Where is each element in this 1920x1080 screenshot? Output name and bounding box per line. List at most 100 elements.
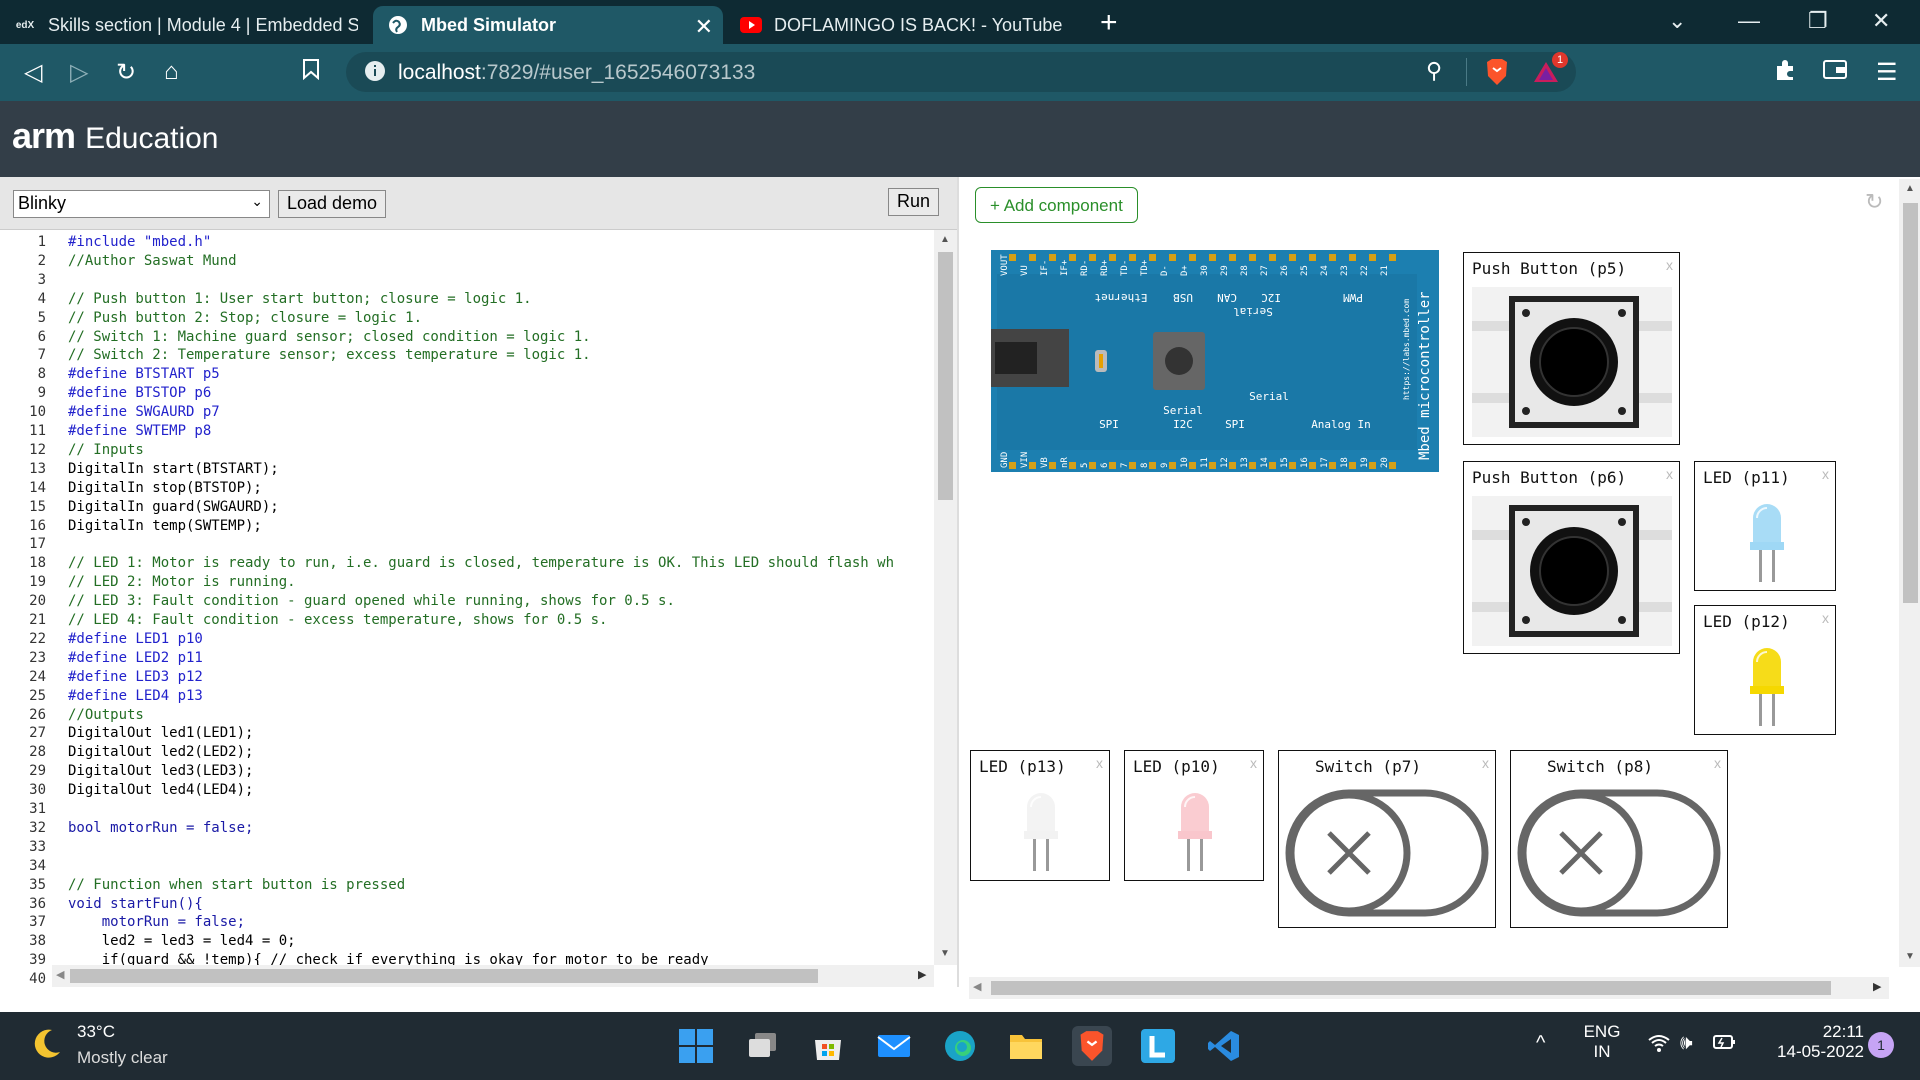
code-line[interactable]: motorRun = false; [68,914,934,930]
remove-component-icon[interactable]: x [1666,466,1673,482]
simulator-vscroll-thumb[interactable] [1903,203,1918,603]
simulator-horizontal-scrollbar[interactable]: ◀ ▶ [969,977,1889,999]
scroll-left-icon[interactable]: ◀ [973,980,981,993]
weather-moon-icon[interactable] [28,1026,64,1067]
scroll-down-icon[interactable]: ▼ [1905,951,1915,962]
component-led-p10[interactable]: LED (p10) x [1124,750,1264,881]
tab-search-icon[interactable]: ⌄ [1668,8,1686,34]
launcher-l-icon[interactable] [1138,1026,1178,1066]
editor-hscroll-thumb[interactable] [70,969,818,983]
component-push-button-p5[interactable]: Push Button (p5) x [1463,252,1680,445]
bookmark-icon[interactable] [302,58,320,87]
code-line[interactable]: // LED 2: Motor is running. [68,574,934,590]
menu-icon[interactable]: ☰ [1876,58,1898,87]
code-line[interactable]: DigitalOut led2(LED2); [68,744,934,760]
remove-component-icon[interactable]: x [1714,755,1721,771]
start-icon[interactable] [676,1026,716,1066]
code-line[interactable]: DigitalIn guard(SWGAURD); [68,499,934,515]
simulator-hscroll-thumb[interactable] [991,981,1831,995]
scroll-up-icon[interactable]: ▲ [940,234,950,245]
code-line[interactable]: void startFun(){ [68,896,934,912]
back-icon[interactable]: ◁ [24,58,42,87]
clock[interactable]: 22:11 14-05-2022 [1760,1022,1864,1062]
volume-icon[interactable]: 🕪 [1680,1032,1693,1055]
demo-select[interactable]: Blinky ⌄ [13,190,270,218]
address-bar[interactable]: localhost:7829/#user_1652546073133 ⚲ 1 [346,52,1576,92]
run-button[interactable]: Run [888,188,940,216]
zoom-icon[interactable]: ⚲ [1426,58,1442,84]
component-switch-p8[interactable]: Switch (p8) x [1510,750,1728,928]
edge-icon[interactable] [940,1026,980,1066]
tab-youtube[interactable]: DOFLAMINGO IS BACK! - YouTube [726,6,1086,44]
code-line[interactable]: DigitalIn stop(BTSTOP); [68,480,934,496]
code-line[interactable]: DigitalOut led4(LED4); [68,782,934,798]
code-line[interactable]: led2 = led3 = led4 = 0; [68,933,934,949]
weather-temperature[interactable]: 33°C [77,1022,115,1042]
component-led-p13[interactable]: LED (p13) x [970,750,1110,881]
code-line[interactable]: #define BTSTOP p6 [68,385,934,401]
tab-edx[interactable]: edX Skills section | Module 4 | Embedded… [0,6,370,44]
editor-horizontal-scrollbar[interactable]: ◀ ▶ [52,965,934,987]
restore-button[interactable]: ❐ [1808,8,1828,34]
battery-icon[interactable] [1712,1032,1738,1057]
remove-component-icon[interactable]: x [1482,755,1489,771]
code-line[interactable]: // LED 3: Fault condition - guard opened… [68,593,934,609]
mail-icon[interactable] [874,1026,914,1066]
code-line[interactable]: // Push button 2: Stop; closure = logic … [68,310,934,326]
task-view-icon[interactable] [742,1026,782,1066]
code-line[interactable]: // LED 1: Motor is ready to run, i.e. gu… [68,555,934,571]
new-tab-button[interactable]: + [1100,6,1118,40]
code-line[interactable]: // Switch 2: Temperature sensor; excess … [68,347,934,363]
wallet-icon[interactable] [1822,58,1848,87]
brave-shield-icon[interactable] [1484,58,1510,91]
code-editor[interactable]: 1 2 3 4 5 6 7 8 9 10 11 12 13 14 15 16 17 18 19 20 21 22 23 24 2… [0,230,957,987]
scroll-left-icon[interactable]: ◀ [56,968,64,981]
editor-vertical-scrollbar[interactable]: ▲ ▼ [934,230,957,965]
chevron-up-icon[interactable]: ^ [1536,1032,1545,1055]
code-line[interactable]: bool motorRun = false; [68,820,934,836]
scroll-down-icon[interactable]: ▼ [940,948,950,959]
component-led-p11[interactable]: LED (p11) x [1694,461,1836,591]
code-line[interactable]: #define LED3 p12 [68,669,934,685]
scroll-up-icon[interactable]: ▲ [1905,183,1915,194]
code-line[interactable]: //Outputs [68,707,934,723]
code-line[interactable]: // Inputs [68,442,934,458]
code-line[interactable]: DigitalIn start(BTSTART); [68,461,934,477]
home-icon[interactable]: ⌂ [164,58,179,86]
forward-icon[interactable]: ▷ [70,58,88,87]
scroll-right-icon[interactable]: ▶ [918,968,926,981]
component-led-p12[interactable]: LED (p12) x [1694,605,1836,735]
remove-component-icon[interactable]: x [1250,755,1257,771]
info-icon[interactable] [364,60,386,87]
remove-component-icon[interactable]: x [1666,257,1673,273]
scroll-right-icon[interactable]: ▶ [1873,980,1881,993]
extensions-icon[interactable] [1774,58,1798,89]
code-line[interactable]: DigitalOut led3(LED3); [68,763,934,779]
remove-component-icon[interactable]: x [1822,610,1829,626]
component-push-button-p6[interactable]: Push Button (p6) x [1463,461,1680,654]
code-line[interactable]: #define LED4 p13 [68,688,934,704]
remove-component-icon[interactable]: x [1096,755,1103,771]
code-line[interactable]: // Switch 1: Machine guard sensor; close… [68,329,934,345]
brave-taskbar-icon[interactable] [1072,1026,1112,1066]
notification-badge[interactable]: 1 [1868,1032,1894,1058]
code-line[interactable]: // Push button 1: User start button; clo… [68,291,934,307]
component-switch-p7[interactable]: Switch (p7) x [1278,750,1496,928]
file-explorer-icon[interactable] [1006,1026,1046,1066]
reset-icon[interactable]: ↻ [1865,189,1883,215]
tab-mbed-simulator[interactable]: Mbed Simulator ✕ [373,6,723,44]
simulator-vertical-scrollbar[interactable]: ▲ ▼ [1899,179,1920,967]
code-line[interactable]: DigitalOut led1(LED1); [68,725,934,741]
remove-component-icon[interactable]: x [1822,466,1829,482]
code-line[interactable]: #define LED2 p11 [68,650,934,666]
close-window-button[interactable]: ✕ [1872,8,1890,34]
reload-icon[interactable]: ↻ [116,58,136,87]
weather-description[interactable]: Mostly clear [77,1048,168,1068]
vscode-icon[interactable] [1204,1026,1244,1066]
code-line[interactable]: DigitalIn temp(SWTEMP); [68,518,934,534]
close-tab-icon[interactable]: ✕ [695,14,713,40]
add-component-button[interactable]: + Add component [975,187,1138,223]
code-line[interactable]: #define SWTEMP p8 [68,423,934,439]
code-line[interactable]: #define BTSTART p5 [68,366,934,382]
code-line[interactable]: // Function when start button is pressed [68,877,934,893]
